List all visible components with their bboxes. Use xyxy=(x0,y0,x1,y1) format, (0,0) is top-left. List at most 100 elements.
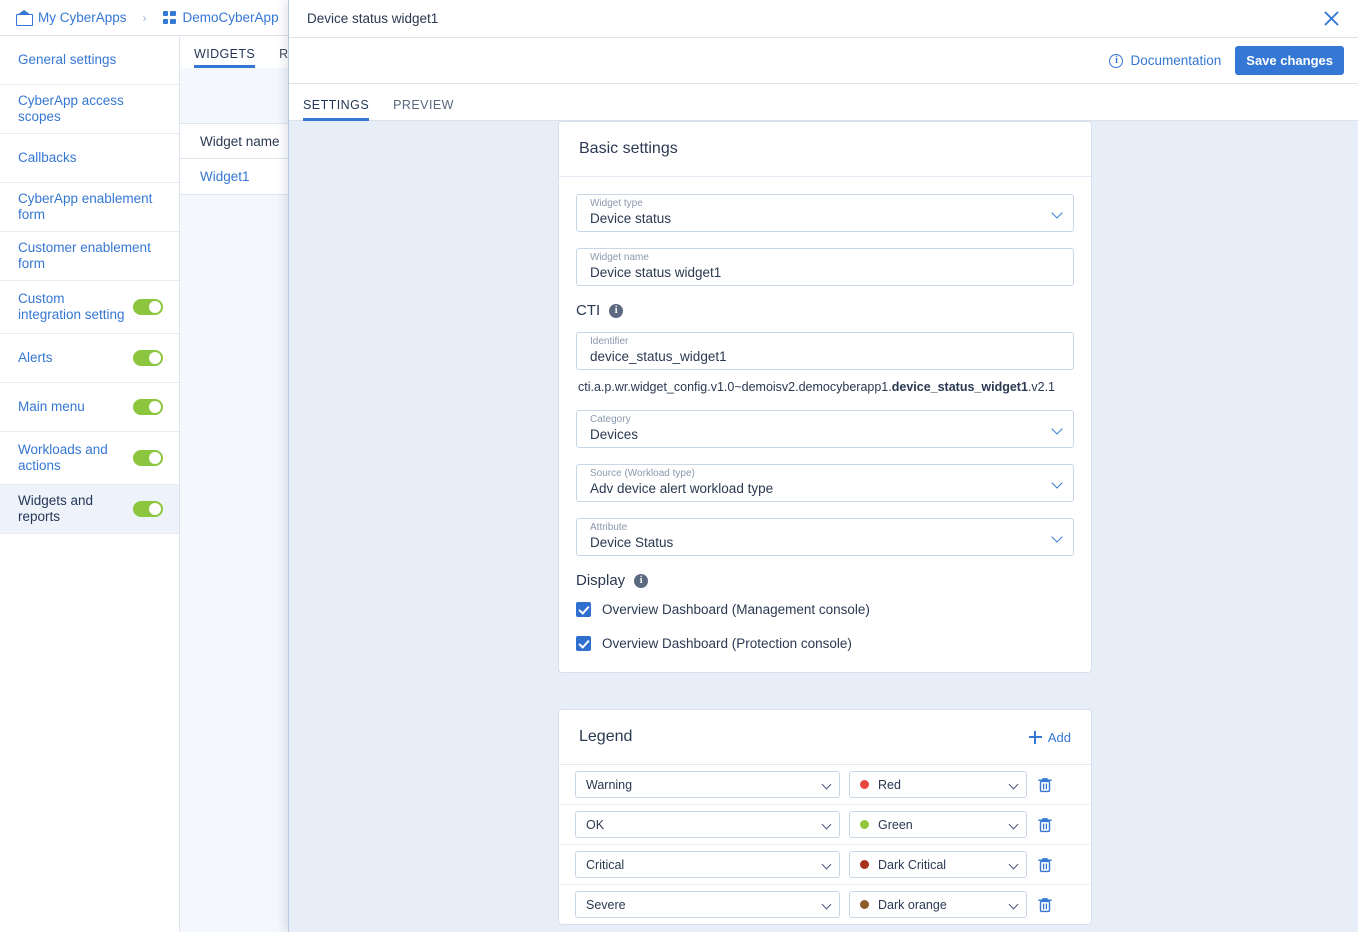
legend-color-value: Red xyxy=(878,777,901,792)
breadcrumb-item-my-cyberapps[interactable]: My CyberApps xyxy=(16,9,127,26)
widget-name-label: Widget name xyxy=(590,252,649,263)
chevron-down-icon xyxy=(821,779,832,790)
identifier-value: device_status_widget1 xyxy=(590,349,727,364)
checkbox-protection-console[interactable] xyxy=(576,636,591,651)
legend-color-select-3[interactable]: Dark orange xyxy=(849,891,1027,918)
breadcrumb-separator: › xyxy=(142,10,147,25)
widget-type-label: Widget type xyxy=(590,198,643,209)
sidebar-item-label: General settings xyxy=(18,52,117,67)
sidebar-toggle-widgets-and-reports[interactable] xyxy=(133,501,163,517)
attribute-label: Attribute xyxy=(590,522,628,533)
documentation-label: Documentation xyxy=(1130,53,1222,68)
sidebar-item-label: Custom integration setting xyxy=(18,291,125,322)
checkbox-row-management-console[interactable]: Overview Dashboard (Management console) xyxy=(576,602,1074,617)
sidebar-item-customer-enablement-form[interactable]: Customer enablement form xyxy=(0,232,179,281)
sidebar-toggle-main-menu[interactable] xyxy=(133,399,163,415)
category-value: Devices xyxy=(590,427,639,442)
checkbox-row-protection-console[interactable]: Overview Dashboard (Protection console) xyxy=(576,636,1074,651)
identifier-label: Identifier xyxy=(590,336,629,347)
legend-name-select-1[interactable]: OK xyxy=(575,811,840,838)
sidebar-toggle-workloads-and-actions[interactable] xyxy=(133,450,163,466)
identifier-input[interactable]: Identifier device_status_widget1 xyxy=(576,332,1074,370)
tab-settings[interactable]: SETTINGS xyxy=(303,98,370,121)
legend-color-select-1[interactable]: Green xyxy=(849,811,1027,838)
legend-row: OK Green xyxy=(559,805,1091,845)
attribute-value: Device Status xyxy=(590,535,674,550)
legend-name-select-3[interactable]: Severe xyxy=(575,891,840,918)
sidebar-item-custom-integration-setting[interactable]: Custom integration setting xyxy=(0,281,179,334)
legend-row: Warning Red xyxy=(559,765,1091,805)
color-swatch xyxy=(860,780,869,789)
tab-preview[interactable]: PREVIEW xyxy=(393,98,454,120)
legend-color-select-0[interactable]: Red xyxy=(849,771,1027,798)
sidebar-item-general-settings[interactable]: General settings xyxy=(0,36,179,85)
documentation-link[interactable]: i Documentation xyxy=(1109,53,1221,68)
category-select[interactable]: Category Devices xyxy=(576,410,1074,448)
widget-name-input[interactable]: Widget name Device status widget1 xyxy=(576,248,1074,286)
widget-type-value: Device status xyxy=(590,211,672,226)
basic-settings-header: Basic settings xyxy=(559,122,1091,177)
tab-widgets[interactable]: WIDGETS xyxy=(194,47,256,68)
chevron-down-icon xyxy=(1051,477,1063,489)
cell-widget-name: Widget1 xyxy=(200,169,250,184)
color-swatch xyxy=(860,900,869,909)
legend-color-select-2[interactable]: Dark Critical xyxy=(849,851,1027,878)
attribute-select[interactable]: Attribute Device Status xyxy=(576,518,1074,556)
sidebar-item-alerts[interactable]: Alerts xyxy=(0,334,179,383)
breadcrumb-item-democyberapp[interactable]: DemoCyberApp xyxy=(162,10,279,25)
sidebar-item-label: Alerts xyxy=(18,350,53,365)
chevron-down-icon xyxy=(1051,531,1063,543)
info-circle-icon: i xyxy=(1109,53,1124,68)
color-swatch xyxy=(860,820,869,829)
trash-icon[interactable] xyxy=(1036,775,1054,795)
legend-color-value: Dark orange xyxy=(878,897,947,912)
info-icon[interactable]: i xyxy=(634,573,649,588)
chevron-down-icon xyxy=(1008,779,1019,790)
add-legend-button[interactable]: Add xyxy=(1028,730,1071,745)
cti-path-prefix: cti.a.p.wr.widget_config.v1.0~demoisv2.d… xyxy=(578,380,892,394)
widget-type-select[interactable]: Widget type Device status xyxy=(576,194,1074,232)
sidebar-item-cyberapp-access-scopes[interactable]: CyberApp access scopes xyxy=(0,85,179,134)
source-workload-type-select[interactable]: Source (Workload type) Adv device alert … xyxy=(576,464,1074,502)
trash-icon[interactable] xyxy=(1036,855,1054,875)
sidebar-item-main-menu[interactable]: Main menu xyxy=(0,383,179,432)
trash-icon[interactable] xyxy=(1036,815,1054,835)
sidebar-item-widgets-and-reports[interactable]: Widgets and reports xyxy=(0,485,179,534)
checkbox-label: Overview Dashboard (Management console) xyxy=(602,602,870,617)
legend-name-value: Warning xyxy=(586,777,633,792)
chevron-down-icon xyxy=(1051,423,1063,435)
info-icon[interactable]: i xyxy=(609,303,624,318)
modal-title: Device status widget1 xyxy=(307,11,439,26)
sidebar-item-label: Callbacks xyxy=(18,150,77,165)
close-icon[interactable] xyxy=(1314,4,1348,34)
sidebar-item-label: CyberApp access scopes xyxy=(18,93,124,124)
legend-color-value: Green xyxy=(878,817,913,832)
color-swatch xyxy=(860,860,869,869)
sidebar-item-callbacks[interactable]: Callbacks xyxy=(0,134,179,183)
trash-icon[interactable] xyxy=(1036,895,1054,915)
legend-card: Legend Add Warning Red OK Green Critical… xyxy=(558,709,1092,925)
sidebar-item-cyberapp-enablement-form[interactable]: CyberApp enablement form xyxy=(0,183,179,232)
legend-name-select-2[interactable]: Critical xyxy=(575,851,840,878)
column-header-widget-name: Widget name xyxy=(200,133,280,149)
chevron-down-icon xyxy=(1008,899,1019,910)
legend-name-select-0[interactable]: Warning xyxy=(575,771,840,798)
modal-titlebar: Device status widget1 xyxy=(289,0,1358,38)
sidebar-item-workloads-and-actions[interactable]: Workloads and actions xyxy=(0,432,179,485)
chevron-down-icon xyxy=(1008,819,1019,830)
cti-path-suffix: .v2.1 xyxy=(1027,380,1056,394)
source-label: Source (Workload type) xyxy=(590,468,695,479)
modal-tabs: SETTINGS PREVIEW xyxy=(289,84,1358,121)
chevron-down-icon xyxy=(1008,859,1019,870)
basic-settings-body: Widget type Device status Widget name De… xyxy=(559,177,1091,672)
plus-icon xyxy=(1028,730,1042,744)
chevron-down-icon xyxy=(1051,207,1063,219)
chevron-down-icon xyxy=(821,859,832,870)
basic-settings-title: Basic settings xyxy=(579,140,678,157)
sidebar-item-label: Widgets and reports xyxy=(18,493,94,524)
save-changes-button[interactable]: Save changes xyxy=(1235,46,1344,75)
legend-row: Critical Dark Critical xyxy=(559,845,1091,885)
sidebar-toggle-custom-integration-setting[interactable] xyxy=(133,299,163,315)
sidebar-toggle-alerts[interactable] xyxy=(133,350,163,366)
checkbox-management-console[interactable] xyxy=(576,602,591,617)
